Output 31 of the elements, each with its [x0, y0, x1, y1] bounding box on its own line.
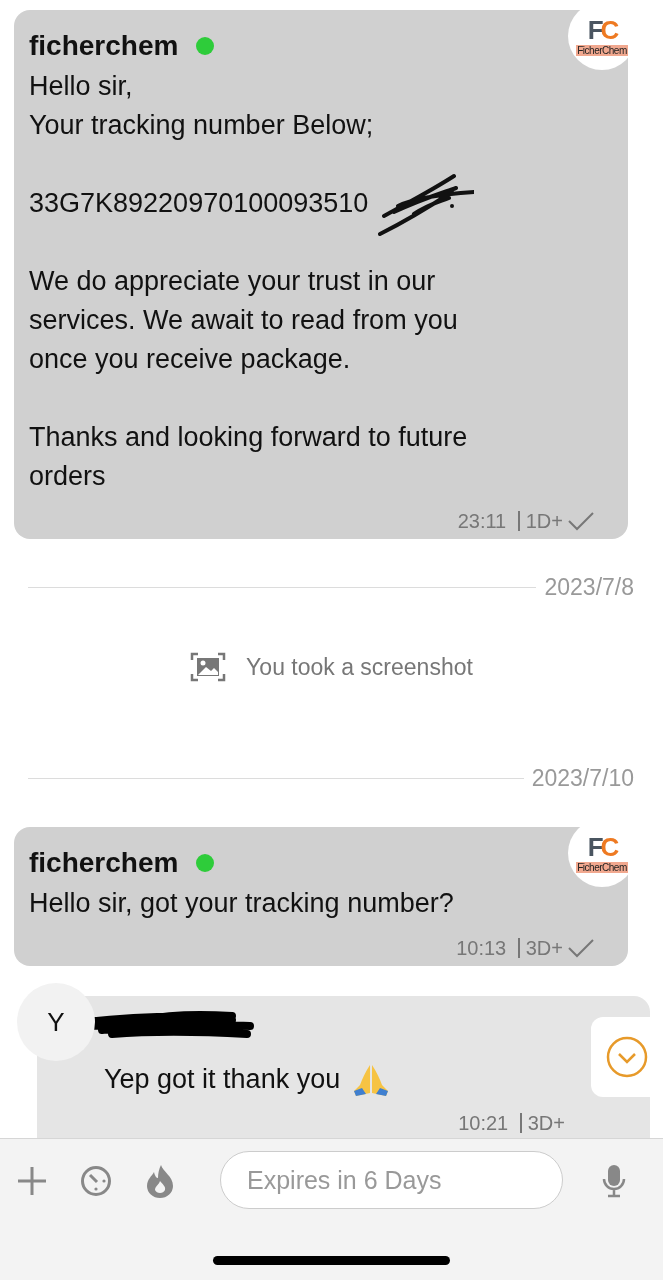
message-time: 10:13	[456, 936, 507, 960]
check-icon	[567, 511, 595, 531]
logo-caption: FicherChem	[576, 861, 628, 873]
logo-caption: FicherChem	[576, 44, 628, 56]
sender-name: ficherchem	[29, 847, 179, 879]
message-text: Yep got it thank you	[104, 1063, 341, 1096]
message-input[interactable]: Expires in 6 Days	[220, 1151, 563, 1209]
message-text: 33G7K89220970100093510	[29, 187, 369, 220]
flame-icon[interactable]	[145, 1164, 175, 1198]
expiry-label: 3D+	[525, 936, 563, 960]
message-text: Hello sir, got your tracking number?	[29, 887, 454, 920]
notice-text: You took a screenshot	[246, 653, 473, 681]
message-text: We do appreciate your trust in our services. We await to read from you once you receive package.	[29, 265, 459, 376]
avatar: Y	[17, 983, 95, 1061]
date-label: 2023/7/10	[531, 764, 634, 792]
expiry-label: 1D+	[525, 509, 563, 533]
logo-mark: FC	[587, 833, 617, 860]
message-time: 23:11	[457, 509, 507, 533]
timer-icon[interactable]	[80, 1165, 112, 1197]
expiry-label: 3D+	[527, 1111, 565, 1135]
plus-icon[interactable]	[17, 1166, 47, 1196]
check-icon	[567, 938, 595, 958]
microphone-icon[interactable]	[602, 1164, 626, 1198]
message-time: 10:21	[458, 1111, 509, 1135]
screenshot-icon	[190, 652, 227, 682]
logo-mark: FC	[587, 16, 617, 43]
chevron-down-icon	[606, 1036, 648, 1078]
sender-name: ficherchem	[29, 30, 179, 62]
date-label: 2023/7/8	[544, 573, 634, 601]
message-text: Hello sir, Your tracking number Below;	[29, 70, 374, 142]
message-text: Thanks and looking forward to future orders	[29, 421, 469, 493]
